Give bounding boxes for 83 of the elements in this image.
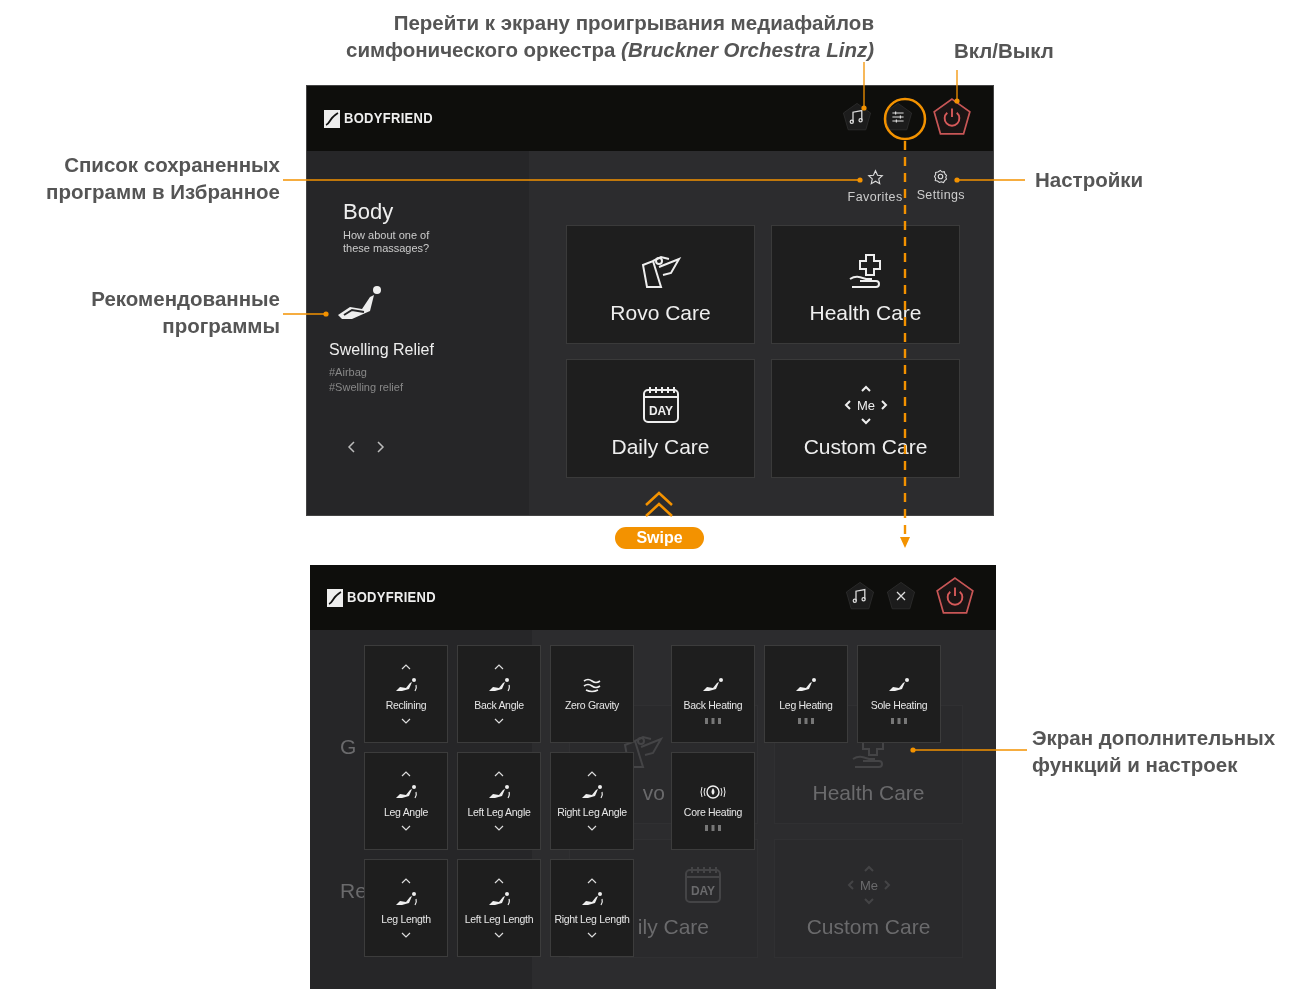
down-chevron-icon bbox=[401, 932, 411, 938]
function-tile[interactable]: Core Heating bbox=[671, 752, 755, 850]
highlight-ring bbox=[883, 97, 927, 141]
leader-line bbox=[282, 311, 329, 317]
logo-icon bbox=[324, 109, 340, 128]
chair-icon bbox=[487, 784, 511, 800]
chair-icon bbox=[580, 784, 604, 800]
function-tile[interactable]: Left Leg Angle bbox=[457, 752, 541, 850]
down-chevron-icon bbox=[587, 825, 597, 831]
up-chevron-icon bbox=[401, 771, 411, 777]
chair-icon bbox=[794, 677, 818, 693]
level-dots-icon bbox=[704, 825, 722, 831]
down-chevron-icon bbox=[401, 718, 411, 724]
settings-button[interactable] bbox=[882, 100, 914, 133]
function-tile[interactable]: Leg Heating bbox=[764, 645, 848, 743]
chair-icon bbox=[487, 677, 511, 693]
program-tile[interactable]: DAY Daily Care bbox=[566, 359, 755, 478]
callout-text: Настройки bbox=[1035, 167, 1144, 193]
chair-icon bbox=[580, 891, 604, 907]
program-name[interactable]: Swelling Relief bbox=[329, 341, 529, 359]
level-dots-icon bbox=[797, 718, 815, 724]
function-tile[interactable]: Reclining bbox=[364, 645, 448, 743]
flame-icon bbox=[700, 784, 726, 800]
program-tile[interactable]: Rovo Care bbox=[566, 225, 755, 344]
up-chevron-icon bbox=[587, 771, 597, 777]
favorites-button[interactable]: Favorites bbox=[847, 169, 903, 204]
gear-icon bbox=[933, 169, 949, 184]
close-button[interactable] bbox=[885, 579, 917, 612]
leader-line bbox=[954, 69, 960, 104]
section-title: Body bbox=[343, 199, 395, 225]
up-chevron-icon bbox=[494, 878, 504, 884]
chair-icon bbox=[487, 891, 511, 907]
function-tile[interactable]: Left Leg Length bbox=[457, 859, 541, 957]
function-tile[interactable]: Leg Length bbox=[364, 859, 448, 957]
down-chevron-icon bbox=[401, 825, 411, 831]
faded-tile: Me Custom Care bbox=[774, 839, 963, 958]
chair-icon bbox=[394, 784, 418, 800]
leader-line bbox=[954, 177, 1026, 183]
function-tile[interactable]: Zero Gravity bbox=[550, 645, 634, 743]
callout-text: Рекомендованные программы bbox=[90, 286, 280, 339]
function-tile[interactable]: Leg Angle bbox=[364, 752, 448, 850]
up-chevron-icon bbox=[494, 771, 504, 777]
waves-icon bbox=[582, 677, 602, 693]
logo-icon bbox=[327, 588, 343, 607]
settings-button[interactable]: Settings bbox=[916, 169, 965, 204]
program-tile[interactable]: Health Care bbox=[771, 225, 960, 344]
function-tile[interactable]: Back Angle bbox=[457, 645, 541, 743]
function-tile[interactable]: Sole Heating bbox=[857, 645, 941, 743]
down-chevron-icon bbox=[494, 932, 504, 938]
brand-name: BODYFRIEND bbox=[347, 589, 436, 606]
chair-icon bbox=[394, 677, 418, 693]
hashtag: #Airbag bbox=[329, 365, 368, 380]
up-chevron-icon bbox=[401, 878, 411, 884]
function-tile[interactable]: Right Leg Length bbox=[550, 859, 634, 957]
swipe-chevron-icon bbox=[644, 491, 674, 518]
callout-text: Список сохраненных программ в Избранное bbox=[45, 152, 280, 205]
faded-text: G bbox=[340, 735, 357, 759]
down-chevron-icon bbox=[494, 718, 504, 724]
up-chevron-icon bbox=[587, 878, 597, 884]
function-tile[interactable]: Back Heating bbox=[671, 645, 755, 743]
down-chevron-icon bbox=[587, 932, 597, 938]
power-button[interactable] bbox=[931, 95, 973, 138]
brand-name: BODYFRIEND bbox=[344, 110, 433, 127]
up-chevron-icon bbox=[401, 664, 411, 670]
function-tile[interactable]: Right Leg Angle bbox=[550, 752, 634, 850]
callout-text: Вкл/Выкл bbox=[954, 38, 1054, 64]
callout-text: Перейти к экрану проигрывания медиафайлов симфонического оркестра (Bruckner Orchestra Linz) bbox=[345, 10, 874, 63]
callout-text: Экран дополнительных функций и настроек bbox=[1032, 725, 1277, 778]
swipe-label: Swipe bbox=[615, 527, 704, 549]
up-chevron-icon bbox=[494, 664, 504, 670]
leader-line bbox=[861, 61, 867, 111]
music-button[interactable] bbox=[844, 579, 876, 612]
down-chevron-icon bbox=[494, 825, 504, 831]
music-button[interactable] bbox=[841, 100, 873, 133]
hashtag: #Swelling relief bbox=[329, 380, 404, 395]
chair-icon bbox=[701, 677, 725, 693]
level-dots-icon bbox=[704, 718, 722, 724]
power-button[interactable] bbox=[934, 574, 976, 617]
level-dots-icon bbox=[890, 718, 908, 724]
section-subtitle: How about one of these massages? bbox=[343, 229, 431, 255]
chair-icon bbox=[394, 891, 418, 907]
chair-icon bbox=[887, 677, 911, 693]
star-icon bbox=[866, 169, 884, 186]
